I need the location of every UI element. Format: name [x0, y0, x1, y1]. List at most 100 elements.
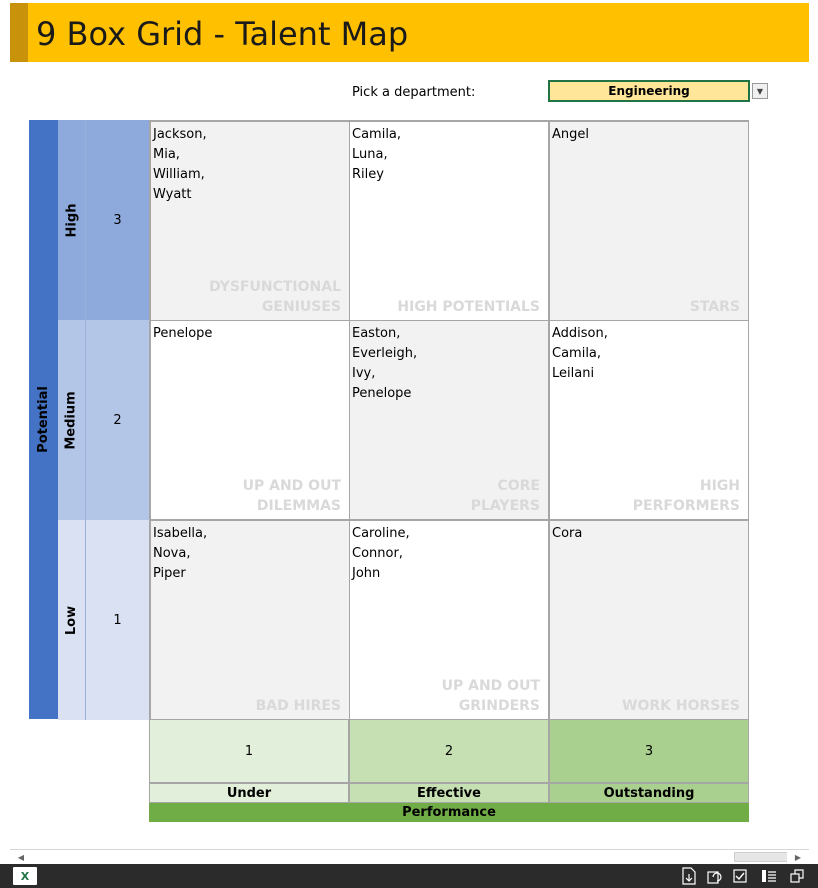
grid-cell-stars[interactable]: Angel STARS — [549, 121, 749, 321]
employee-name: Jackson, — [153, 127, 207, 142]
reading-view-icon[interactable] — [760, 867, 778, 885]
box-category-label: UP AND OUT GRINDERS — [442, 676, 540, 716]
employee-name: Ivy, — [352, 366, 376, 381]
box-category-label: UP AND OUT DILEMMAS — [243, 476, 341, 516]
employee-name: Connor, — [352, 546, 403, 561]
potential-level-high: High — [58, 120, 86, 320]
grid-cell-high-performers[interactable]: Addison, Camila, Leilani HIGH PERFORMERS — [549, 320, 749, 520]
employee-name: Everleigh, — [352, 346, 418, 361]
nine-box-grid: Jackson, Mia, William, Wyatt DYSFUNCTION… — [149, 120, 749, 720]
employee-names: Cora — [552, 524, 582, 544]
employee-names: Caroline, Connor, John — [352, 524, 410, 584]
employee-names: Angel — [552, 125, 589, 145]
employee-name: Camila, — [552, 346, 602, 361]
box-category-label: BAD HIRES — [256, 696, 341, 716]
potential-level-medium: Medium — [58, 320, 86, 520]
employee-name: Nova, — [153, 546, 191, 561]
employee-name: Easton, — [352, 326, 401, 341]
employee-name: Penelope — [352, 386, 412, 401]
potential-level-label: High — [64, 203, 79, 237]
employee-name: Isabella, — [153, 526, 208, 541]
employee-name: William, — [153, 167, 205, 182]
grid-cell-bad-hires[interactable]: Isabella, Nova, Piper BAD HIRES — [150, 520, 350, 720]
performance-level-label: Outstanding — [549, 783, 749, 803]
employee-name: Penelope — [153, 326, 213, 341]
scroll-left-icon[interactable]: ◀ — [10, 850, 32, 864]
box-label-line: PERFORMERS — [632, 498, 740, 514]
box-label-line: STARS — [689, 299, 740, 315]
employee-names: Easton, Everleigh, Ivy, Penelope — [352, 324, 417, 404]
grid-cell-up-and-out-dilemmas[interactable]: Penelope UP AND OUT DILEMMAS — [150, 320, 350, 520]
box-label-line: PLAYERS — [470, 498, 540, 514]
box-label-line: UP AND OUT — [242, 478, 341, 494]
employee-name: Riley — [352, 167, 384, 182]
box-category-label: HIGH POTENTIALS — [397, 297, 540, 317]
employee-name: John — [352, 566, 381, 581]
box-label-line: WORK HORSES — [622, 698, 740, 714]
box-category-label: CORE PLAYERS — [471, 476, 540, 516]
employee-name: Camila, — [352, 127, 402, 142]
performance-axis-label: Performance — [149, 803, 749, 822]
refresh-icon[interactable] — [706, 867, 724, 885]
scroll-right-icon[interactable]: ▶ — [787, 850, 809, 864]
grid-cell-up-and-out-grinders[interactable]: Caroline, Connor, John UP AND OUT GRINDE… — [349, 520, 549, 720]
box-category-label: WORK HORSES — [622, 696, 740, 716]
download-icon[interactable] — [680, 867, 698, 885]
department-picker-label: Pick a department: — [352, 85, 476, 100]
dropdown-arrow-icon[interactable]: ▼ — [752, 83, 768, 99]
employee-name: Luna, — [352, 147, 388, 162]
employee-names: Isabella, Nova, Piper — [153, 524, 207, 584]
box-label-line: GRINDERS — [458, 698, 540, 714]
title-accent-bar — [10, 3, 28, 62]
box-label-line: HIGH POTENTIALS — [397, 299, 540, 315]
grid-cell-high-potentials[interactable]: Camila, Luna, Riley HIGH POTENTIALS — [349, 121, 549, 321]
box-category-label: STARS — [690, 297, 740, 317]
potential-axis: Potential — [29, 120, 58, 719]
status-bar: X — [0, 864, 818, 888]
horizontal-scrollbar[interactable]: ◀ ▶ — [10, 849, 809, 864]
box-category-label: DYSFUNCTIONAL GENIUSES — [209, 277, 341, 317]
employee-names: Penelope — [153, 324, 212, 344]
potential-level-number: 2 — [86, 320, 149, 520]
title-banner: 9 Box Grid - Talent Map — [10, 3, 809, 62]
box-label-line: BAD HIRES — [255, 698, 341, 714]
box-label-line: HIGH — [699, 478, 740, 494]
grid-cell-core-players[interactable]: Easton, Everleigh, Ivy, Penelope CORE PL… — [349, 320, 549, 520]
popout-icon[interactable] — [788, 867, 806, 885]
employee-name: Leilani — [552, 366, 595, 381]
performance-level-number: 2 — [349, 719, 549, 783]
potential-level-number: 3 — [86, 120, 149, 320]
employee-names: Jackson, Mia, William, Wyatt — [153, 125, 207, 205]
potential-axis-label: Potential — [36, 386, 51, 453]
department-select[interactable]: Engineering — [548, 80, 750, 102]
potential-level-label: Low — [64, 605, 80, 635]
box-category-label: HIGH PERFORMERS — [633, 476, 740, 516]
employee-name: Cora — [552, 526, 583, 541]
employee-name: Wyatt — [153, 187, 192, 202]
performance-level-number: 1 — [149, 719, 349, 783]
performance-level-label: Effective — [349, 783, 549, 803]
performance-level-label: Under — [149, 783, 349, 803]
box-label-line: DILEMMAS — [256, 498, 341, 514]
spreadsheet: 9 Box Grid - Talent Map Pick a departmen… — [0, 0, 818, 888]
calculate-icon[interactable] — [731, 867, 749, 885]
potential-level-low: Low — [58, 520, 86, 720]
employee-name: Mia, — [153, 147, 180, 162]
potential-level-label: Medium — [64, 390, 80, 450]
grid-cell-work-horses[interactable]: Cora WORK HORSES — [549, 520, 749, 720]
grid-cell-dysfunctional-geniuses[interactable]: Jackson, Mia, William, Wyatt DYSFUNCTION… — [150, 121, 350, 321]
potential-level-number: 1 — [86, 520, 149, 720]
box-label-line: CORE — [497, 478, 540, 494]
employee-names: Addison, Camila, Leilani — [552, 324, 608, 384]
performance-level-number: 3 — [549, 719, 749, 783]
excel-logo-icon[interactable]: X — [13, 867, 37, 885]
employee-name: Addison, — [552, 326, 608, 341]
employee-name: Angel — [552, 127, 589, 142]
employee-names: Camila, Luna, Riley — [352, 125, 401, 185]
employee-name: Caroline, — [352, 526, 410, 541]
box-label-line: DYSFUNCTIONAL — [209, 279, 341, 295]
box-label-line: GENIUSES — [261, 299, 341, 315]
employee-name: Piper — [153, 566, 186, 581]
page-title: 9 Box Grid - Talent Map — [36, 15, 409, 53]
box-label-line: UP AND OUT — [441, 678, 540, 694]
